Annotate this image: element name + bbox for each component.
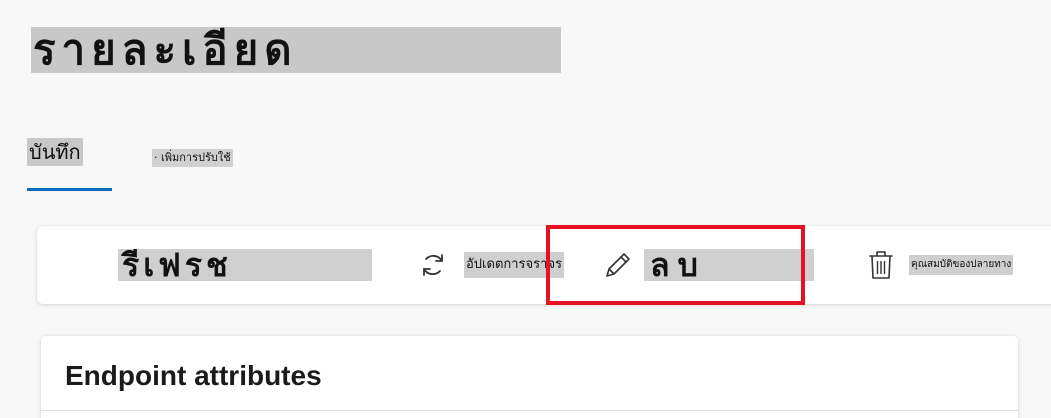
- panel-title: Endpoint attributes: [65, 360, 322, 391]
- page-title: รายละเอียด: [31, 27, 561, 73]
- divider: [41, 410, 1018, 411]
- pencil-icon: [606, 253, 630, 277]
- endpoint-properties-button-label: คุณสมบัติของปลายทาง: [909, 255, 1014, 275]
- command-toolbar: รีเฟรช อัปเดตการจราจร ลบ คุณสมบัติของปลา…: [37, 226, 1051, 304]
- update-traffic-button[interactable]: อัปเดตการจราจร: [417, 226, 565, 304]
- endpoint-properties-button[interactable]: คุณสมบัติของปลายทาง: [867, 226, 1014, 304]
- refresh-arrows-icon: [423, 254, 443, 276]
- endpoint-attributes-panel: Endpoint attributes: [41, 336, 1018, 418]
- refresh-button-label: รีเฟรช: [118, 249, 372, 281]
- tab-logs-label: บันทึก: [27, 138, 83, 166]
- active-tab-indicator: [27, 188, 112, 191]
- delete-button[interactable]: ลบ: [602, 226, 814, 304]
- refresh-button[interactable]: รีเฟรช: [118, 226, 372, 304]
- tab-add-deployment-label: · เพิ่มการปรับใช้: [152, 149, 233, 167]
- tab-logs[interactable]: บันทึก: [27, 138, 112, 191]
- trash-icon: [869, 251, 893, 279]
- delete-button-label: ลบ: [644, 249, 814, 281]
- update-traffic-button-label: อัปเดตการจราจร: [464, 252, 565, 278]
- tab-add-deployment[interactable]: · เพิ่มการปรับใช้: [152, 146, 233, 167]
